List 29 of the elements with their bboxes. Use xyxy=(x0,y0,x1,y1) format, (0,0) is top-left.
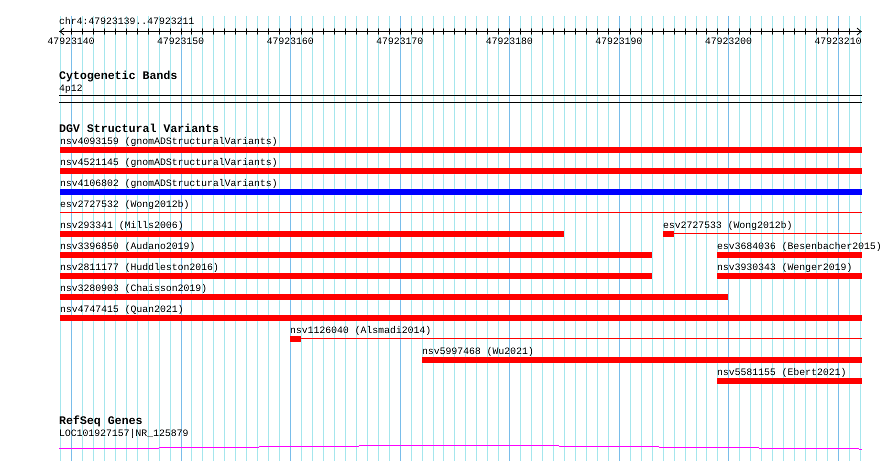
tick-label: 47923170 xyxy=(376,36,424,47)
tick-label: 47923190 xyxy=(595,36,642,47)
variant-label: esv3684036 (Besenbacher2015) xyxy=(717,241,882,252)
gene-label: LOC101927157|NR_125879 xyxy=(59,428,190,439)
tick-label: 47923210 xyxy=(814,36,862,47)
track-title: RefSeq Genes xyxy=(59,416,144,428)
variant-label: nsv293341 (Mills2006) xyxy=(60,220,184,231)
variant-label: nsv3280903 (Chaisson2019) xyxy=(60,283,208,294)
band-label: 4p12 xyxy=(59,83,84,94)
variant-label: nsv4521145 (gnomADStructuralVariants) xyxy=(60,157,279,168)
tick-label: 47923150 xyxy=(157,36,204,47)
variant-label: nsv2811177 (Huddleston2016) xyxy=(60,262,220,273)
tick-label: 47923200 xyxy=(704,36,752,47)
variant-label: nsv3930343 (Wenger2019) xyxy=(717,262,854,273)
tick-label: 47923160 xyxy=(266,36,314,47)
variant-label: nsv3396850 (Audano2019) xyxy=(60,241,196,252)
tick-label: 47923180 xyxy=(486,36,533,47)
track-title: DGV Structural Variants xyxy=(59,124,220,136)
variant-label: nsv4093159 (gnomADStructuralVariants) xyxy=(60,136,279,147)
track-title: Cytogenetic Bands xyxy=(59,71,178,83)
variant-label: nsv5997468 (Wu2021) xyxy=(422,346,535,357)
location-label: chr4:47923139..47923211 xyxy=(59,16,196,27)
variant-label: nsv4747415 (Quan2021) xyxy=(60,304,184,315)
tick-label: 47923140 xyxy=(47,36,94,47)
variant-label: esv2727532 (Wong2012b) xyxy=(60,199,190,210)
variant-label: nsv4106802 (gnomADStructuralVariants) xyxy=(60,178,279,189)
variant-label: nsv5581155 (Ebert2021) xyxy=(717,367,848,378)
variant-label: nsv1126040 (Alsmadi2014) xyxy=(290,325,432,336)
variant-label: esv2727533 (Wong2012b) xyxy=(663,220,794,231)
